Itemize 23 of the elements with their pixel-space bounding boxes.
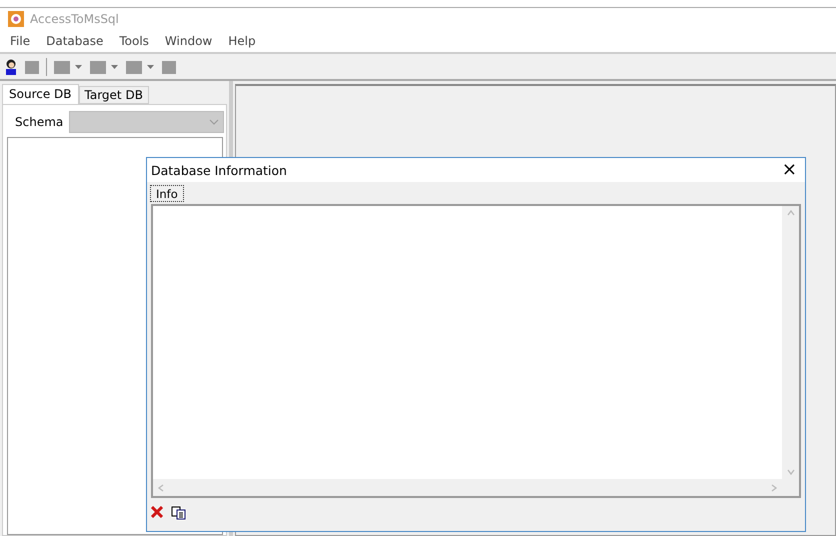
menu-item[interactable]: Window bbox=[158, 34, 218, 48]
tab[interactable]: Source DB bbox=[2, 84, 79, 104]
dialog-title: Database Information bbox=[151, 162, 287, 178]
scroll-down-icon[interactable] bbox=[786, 468, 794, 476]
scroll-right-icon[interactable] bbox=[770, 484, 778, 492]
menu-item[interactable]: File bbox=[4, 34, 36, 48]
app-icon bbox=[8, 11, 24, 27]
delete-button[interactable] bbox=[151, 506, 163, 520]
user-icon[interactable] bbox=[4, 59, 18, 75]
window-title: AccessToMsSql bbox=[30, 12, 119, 26]
menu-item[interactable]: Database bbox=[40, 34, 110, 48]
copy-button[interactable] bbox=[171, 506, 187, 520]
schema-label: Schema bbox=[15, 115, 64, 129]
menu-item[interactable]: Help bbox=[222, 34, 262, 48]
vertical-scrollbar[interactable] bbox=[782, 206, 799, 479]
tab[interactable]: Info bbox=[150, 185, 184, 202]
scroll-left-icon[interactable] bbox=[157, 484, 165, 492]
close-button[interactable]: × bbox=[780, 161, 799, 179]
horizontal-scrollbar[interactable] bbox=[153, 479, 782, 496]
info-text-area[interactable] bbox=[151, 204, 801, 498]
scroll-up-icon[interactable] bbox=[786, 209, 794, 217]
menu-item[interactable]: Tools bbox=[113, 34, 155, 48]
tab[interactable]: Target DB bbox=[78, 86, 149, 104]
